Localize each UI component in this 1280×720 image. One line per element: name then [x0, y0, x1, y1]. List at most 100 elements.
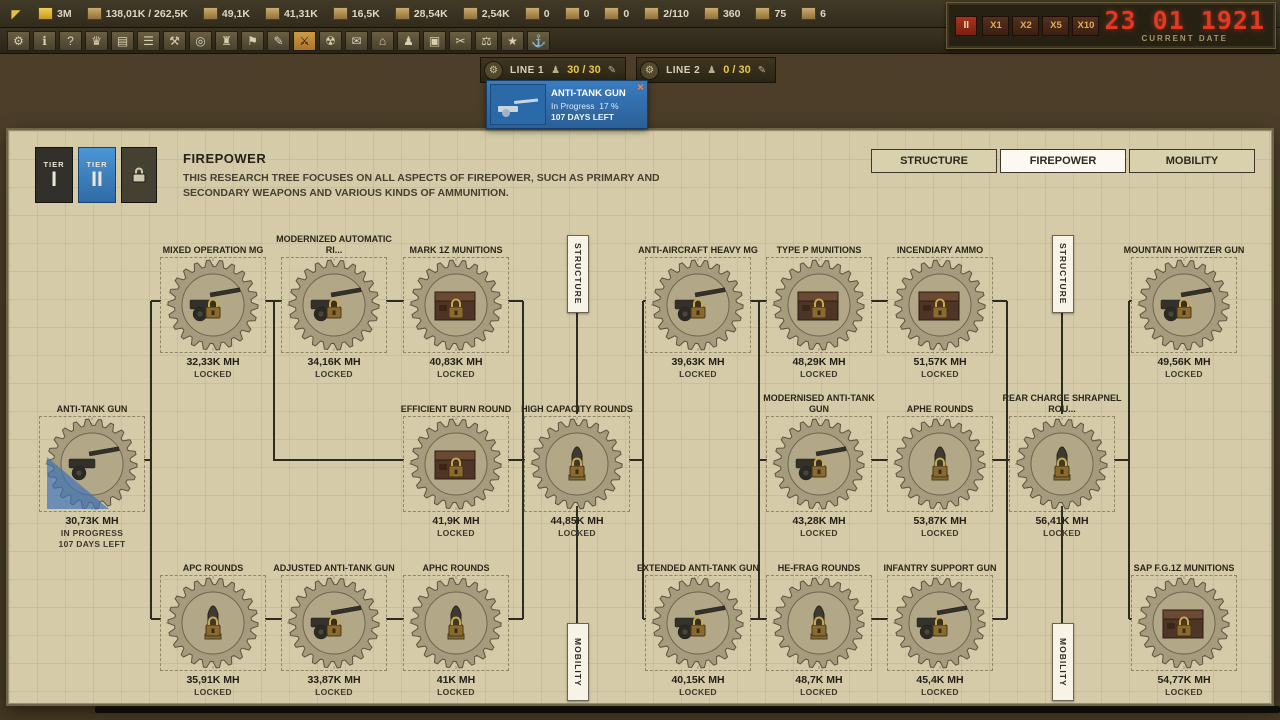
connector-tag-structure[interactable]: STRUCTURE [1052, 235, 1074, 313]
headquarters-button[interactable]: ⌂ [371, 31, 394, 51]
research-button[interactable]: ⚔ [293, 31, 316, 51]
settings-button[interactable]: ⚙ [7, 31, 30, 51]
iron-icon [265, 7, 280, 20]
research-node-mixed-operation-mg[interactable]: MIXED OPERATION MG32,33K MHLOCKED [148, 225, 278, 379]
speed-x10-button[interactable]: X10 [1072, 16, 1099, 36]
production-line-2[interactable]: ⚙ LINE 2 ♟ 0 / 30 ✎ [636, 57, 776, 83]
favorites-button[interactable]: ★ [501, 31, 524, 51]
node-cost: 51,57K MH [913, 356, 966, 368]
ledger-button[interactable]: ☰ [137, 31, 160, 51]
resource-value: 16,5K [352, 8, 380, 20]
research-node-sap-f-g-1z-munitions[interactable]: SAP F.G.1Z MUNITIONS54,77K MHLOCKED [1119, 543, 1249, 697]
tab-tier-1[interactable]: TIER I [35, 147, 73, 203]
tab-firepower[interactable]: FIREPOWER [1000, 149, 1126, 173]
research-node-efficient-burn-round[interactable]: EFFICIENT BURN ROUND41,9K MHLOCKED [391, 384, 521, 538]
node-status: LOCKED [437, 369, 475, 379]
research-node-aphc-rounds[interactable]: APHC ROUNDS41K MHLOCKED [391, 543, 521, 697]
resource-list: 3M138,01K / 262,5K49,1K41,31K16,5K28,54K… [38, 7, 826, 20]
missions-button[interactable]: ⚑ [241, 31, 264, 51]
tab-tier-2[interactable]: TIER II [78, 147, 116, 203]
resource-value: 0 [623, 8, 629, 20]
line-label: LINE 1 [510, 65, 544, 76]
research-node-anti-tank-gun[interactable]: ANTI-TANK GUN30,73K MHIN PROGRESS107 DAY… [27, 384, 157, 549]
node-status: LOCKED [921, 687, 959, 697]
mail-button[interactable]: ✉ [345, 31, 368, 51]
workshop-button[interactable]: ⚒ [163, 31, 186, 51]
node-cost: 56,41K MH [1035, 515, 1088, 527]
research-node-extended-anti-tank-gun[interactable]: EXTENDED ANTI-TANK GUN40,15K MHLOCKED [633, 543, 763, 697]
node-status: LOCKED [558, 528, 596, 538]
research-node-type-p-munitions[interactable]: TYPE P MUNITIONS48,29K MHLOCKED [754, 225, 884, 379]
node-cost: 41,9K MH [432, 515, 479, 527]
workers-icon: ♟ [551, 65, 560, 76]
connector-tag-mobility[interactable]: MOBILITY [1052, 623, 1074, 701]
node-gear-icon [281, 257, 387, 353]
node-cost: 40,15K MH [671, 674, 724, 686]
node-name: MODERNISED ANTI-TANK GUN [754, 384, 884, 414]
speed-x5-button[interactable]: X5 [1042, 16, 1069, 36]
warehouse-button[interactable]: ▣ [423, 31, 446, 51]
node-cost: 33,87K MH [307, 674, 360, 686]
node-status: LOCKED [315, 369, 353, 379]
speed-x1-button[interactable]: X1 [982, 16, 1009, 36]
info-button[interactable]: ℹ [33, 31, 56, 51]
edit-icon[interactable]: ✎ [608, 65, 616, 76]
menu-toggle-button[interactable]: ◤ [8, 6, 24, 22]
trade-button[interactable]: ⚖ [475, 31, 498, 51]
speed-x2-button[interactable]: X2 [1012, 16, 1039, 36]
research-node-modernized-automatic-ri[interactable]: MODERNIZED AUTOMATIC RI...34,16K MHLOCKE… [269, 225, 399, 379]
node-status: LOCKED [800, 369, 838, 379]
close-icon[interactable]: × [637, 81, 644, 93]
production-button[interactable]: ◎ [189, 31, 212, 51]
research-node-anti-aircraft-heavy-mg[interactable]: ANTI-AIRCRAFT HEAVY MG39,63K MHLOCKED [633, 225, 763, 379]
research-node-modernised-anti-tank-gun[interactable]: MODERNISED ANTI-TANK GUN43,28K MHLOCKED [754, 384, 884, 538]
tab-structure[interactable]: STRUCTURE [871, 149, 997, 173]
resource-value: 0 [584, 8, 590, 20]
research-node-apc-rounds[interactable]: APC ROUNDS35,91K MHLOCKED [148, 543, 278, 697]
resource-value: 6 [820, 8, 826, 20]
research-node-aphe-rounds[interactable]: APHE ROUNDS53,87K MHLOCKED [875, 384, 1005, 538]
personnel-button[interactable]: ♟ [397, 31, 420, 51]
node-name: MARK 1Z MUNITIONS [410, 225, 503, 255]
research-node-he-frag-rounds[interactable]: HE-FRAG ROUNDS48,7K MHLOCKED [754, 543, 884, 697]
research-node-mountain-howitzer-gun[interactable]: MOUNTAIN HOWITZER GUN49,56K MHLOCKED [1119, 225, 1249, 379]
help-button[interactable]: ? [59, 31, 82, 51]
vehicles-icon [801, 7, 816, 20]
node-status: LOCKED [679, 369, 717, 379]
research-node-infantry-support-gun[interactable]: INFANTRY SUPPORT GUN45,4K MHLOCKED [875, 543, 1005, 697]
edit-icon[interactable]: ✎ [758, 65, 766, 76]
research-node-high-capacity-rounds[interactable]: HIGH CAPACITY ROUNDS44,85K MHLOCKED [512, 384, 642, 538]
contracts-button[interactable]: ✂ [449, 31, 472, 51]
research-node-adjusted-anti-tank-gun[interactable]: ADJUSTED ANTI-TANK GUN33,87K MHLOCKED [269, 543, 399, 697]
node-gear-icon [766, 416, 872, 512]
tier-numeral: I [51, 169, 57, 191]
research-node-rear-charge-shrapnel-rou[interactable]: REAR CHARGE SHRAPNEL ROU...56,41K MHLOCK… [997, 384, 1127, 538]
garrison-button[interactable]: ♜ [215, 31, 238, 51]
connector-tag-mobility[interactable]: MOBILITY [567, 623, 589, 701]
node-status: LOCKED [679, 687, 717, 697]
testing-button[interactable]: ☢ [319, 31, 342, 51]
research-node-mark-1z-munitions[interactable]: MARK 1Z MUNITIONS40,83K MHLOCKED [391, 225, 521, 379]
resource-storage: 138,01K / 262,5K [87, 7, 188, 20]
connector-tag-structure[interactable]: STRUCTURE [567, 235, 589, 313]
date-panel: II X1X2X5X10 23 01 1921 CURRENT DATE [946, 2, 1276, 49]
current-date-label: CURRENT DATE [1104, 34, 1265, 43]
node-name: ANTI-AIRCRAFT HEAVY MG [638, 225, 758, 255]
design-button[interactable]: ✎ [267, 31, 290, 51]
research-node-incendiary-ammo[interactable]: INCENDIARY AMMO51,57K MHLOCKED [875, 225, 1005, 379]
node-name: APC ROUNDS [183, 543, 244, 573]
workers-icon: ♟ [707, 65, 716, 76]
statistics-button[interactable]: ▤ [111, 31, 134, 51]
pause-button[interactable]: II [955, 16, 977, 36]
logistics-button[interactable]: ⚓ [527, 31, 550, 51]
node-status: IN PROGRESS [61, 528, 123, 538]
resource-wood: 16,5K [333, 7, 380, 20]
achievements-button[interactable]: ♛ [85, 31, 108, 51]
horizontal-scrollbar[interactable] [95, 706, 1280, 713]
chemicals-icon [604, 7, 619, 20]
copper-icon [463, 7, 478, 20]
node-cost: 49,56K MH [1157, 356, 1210, 368]
tab-mobility[interactable]: MOBILITY [1129, 149, 1255, 173]
node-cost: 48,29K MH [792, 356, 845, 368]
tab-tier-locked[interactable] [121, 147, 157, 203]
